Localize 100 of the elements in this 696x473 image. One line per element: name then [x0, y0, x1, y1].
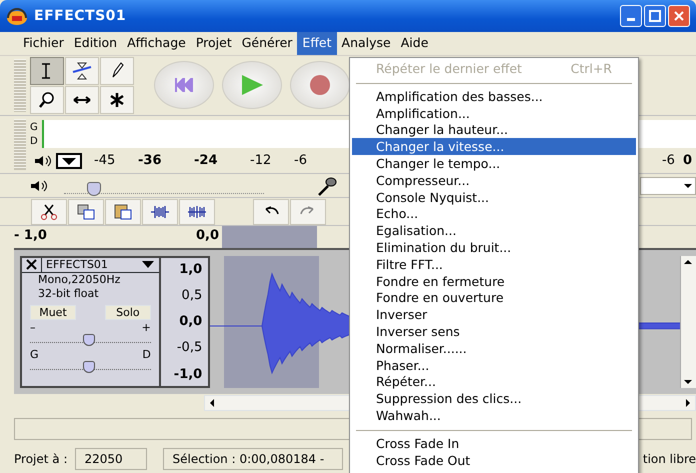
close-button[interactable] — [668, 5, 690, 27]
slider-thumb[interactable] — [87, 182, 101, 196]
menu-item[interactable]: Amplification des basses... — [352, 88, 636, 105]
menu-item[interactable]: Elimination du bruit... — [352, 238, 636, 256]
amplitude-label: 1,0 — [179, 261, 202, 279]
menu-item[interactable]: Cross Fade In — [352, 434, 636, 452]
slider-end-label: + — [142, 323, 151, 333]
menu-item[interactable]: Edition — [68, 32, 122, 55]
menu-item[interactable]: Effet — [297, 32, 337, 55]
menu-item[interactable]: Filtre FFT... — [352, 256, 636, 273]
paste-button[interactable] — [105, 198, 141, 224]
slider-thumb[interactable] — [83, 334, 96, 346]
menu-item[interactable]: Phaser... — [352, 356, 636, 374]
menu-item[interactable]: Inverser — [352, 306, 636, 323]
vertical-scrollbar[interactable] — [680, 256, 696, 388]
clipboard-icon — [113, 202, 133, 222]
menu-item[interactable]: Fondre en ouverture — [352, 289, 636, 306]
menu-item[interactable]: Fondre en fermeture — [352, 272, 636, 290]
menu-item[interactable]: Répéter... — [352, 373, 636, 390]
tool-button[interactable] — [100, 57, 134, 85]
scissors-icon — [39, 202, 59, 222]
silence-button[interactable] — [179, 198, 215, 224]
menu-item[interactable]: Cross Fade Out — [352, 452, 636, 468]
menu-item[interactable]: Amplification... — [352, 104, 636, 122]
meter-scale-label: 0 — [682, 152, 692, 170]
minimize-icon — [627, 18, 635, 21]
trim-button[interactable] — [142, 198, 178, 224]
microphone-icon — [316, 176, 338, 196]
toolbar-grip[interactable] — [14, 59, 26, 112]
menu-item[interactable]: Affichage — [122, 32, 191, 55]
selection-field[interactable]: Sélection : 0:00,080184 - — [163, 448, 344, 470]
speaker-icon — [30, 180, 48, 192]
menu-item[interactable]: Aide — [396, 32, 434, 55]
menu-item[interactable]: Suppression des clics... — [352, 390, 636, 407]
minimize-button[interactable] — [620, 5, 642, 27]
menu-item[interactable]: Console Nyquist... — [352, 188, 636, 206]
pan-slider[interactable] — [30, 360, 151, 370]
window-title: EFFECTS01 — [34, 6, 126, 26]
menu-item[interactable]: Compresseur... — [352, 172, 636, 189]
menu-item[interactable]: Changer la vitesse... — [352, 138, 636, 155]
input-dropdown[interactable] — [640, 176, 696, 194]
menu-item[interactable]: Inverser sens — [352, 322, 636, 340]
close-icon — [26, 259, 37, 270]
close-icon — [673, 10, 685, 22]
tool-button[interactable] — [30, 86, 64, 114]
tool-button[interactable] — [100, 86, 134, 114]
slider-end-label: D — [142, 350, 151, 360]
meter-scale-label: -45 — [94, 152, 116, 170]
gain-slider[interactable] — [30, 333, 151, 343]
menu-item[interactable]: Changer la hauteur... — [352, 121, 636, 138]
meter-scale-label: -6 — [662, 152, 675, 170]
meter-scale-label: -24 — [194, 152, 218, 170]
track-sample-format-text: 32-bit float — [38, 287, 100, 301]
track-format-text: Mono,22050Hz — [38, 273, 122, 287]
tool-button[interactable] — [65, 86, 99, 114]
slider-end-label: G — [30, 350, 39, 360]
menu-item[interactable]: Analyse — [336, 32, 396, 55]
skip-start-icon — [174, 78, 194, 92]
copy-button[interactable] — [68, 198, 104, 224]
toolbar-grip[interactable] — [14, 119, 26, 170]
play-icon — [240, 74, 264, 96]
speaker-icon — [34, 155, 52, 167]
envelope-tool-icon — [72, 61, 92, 81]
menu-item[interactable]: Echo... — [352, 205, 636, 222]
slider-thumb[interactable] — [83, 361, 96, 373]
menu-item[interactable]: Générer — [236, 32, 298, 55]
record-icon — [309, 74, 331, 96]
menu-item[interactable]: Wahwah... — [352, 406, 636, 424]
dropdown-arrow-icon — [140, 260, 155, 270]
app-headphones-icon — [6, 7, 28, 25]
meter-scale-label: -6 — [294, 152, 307, 170]
menu-item[interactable]: Fichier — [18, 32, 69, 55]
tool-button[interactable] — [65, 57, 99, 85]
amplitude-label: 0,0 — [179, 313, 202, 332]
record-button[interactable] — [290, 61, 350, 109]
ruler-label: 0,0 — [196, 227, 220, 245]
maximize-icon — [649, 10, 661, 22]
dropdown-arrow-icon — [684, 184, 692, 188]
menu-item[interactable]: Projet — [190, 32, 237, 55]
cut-button[interactable] — [31, 198, 67, 224]
menu-item[interactable]: Changer le tempo... — [352, 154, 636, 172]
ruler-label: - 1,0 — [14, 227, 48, 245]
tool-button[interactable] — [30, 57, 64, 85]
project-rate-field[interactable]: 22050 — [75, 448, 148, 470]
menu-item[interactable]: Egalisation... — [352, 222, 636, 239]
maximize-button[interactable] — [644, 5, 666, 27]
meter-menu-button[interactable] — [56, 151, 82, 171]
undo-button[interactable] — [253, 198, 289, 224]
amplitude-label: 0,5 — [182, 287, 202, 306]
meter-channel-label: G — [30, 120, 39, 134]
mute-button[interactable]: Muet — [30, 305, 76, 320]
meter-scale-label: -36 — [138, 152, 162, 170]
copy-icon — [76, 202, 96, 222]
meter-channel-label: D — [30, 134, 39, 148]
amplitude-label: -1,0 — [174, 366, 202, 384]
project-rate-label: Projet à : — [14, 451, 68, 468]
amplitude-label: -0,5 — [176, 339, 202, 358]
meter-scale-label: -12 — [250, 152, 272, 170]
solo-button[interactable]: Solo — [104, 305, 151, 320]
menu-item[interactable]: Normaliser...... — [352, 340, 636, 357]
